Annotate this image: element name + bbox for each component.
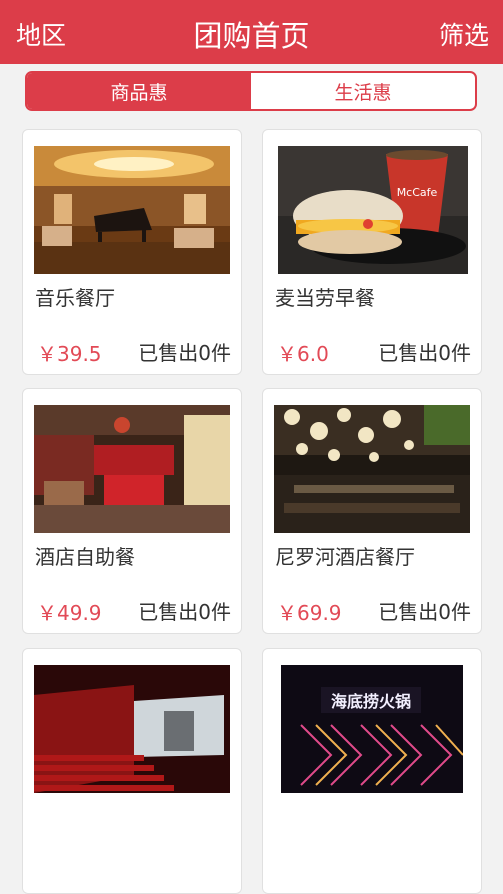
product-name: 音乐餐厅 bbox=[35, 286, 115, 310]
product-sold-count: 已售出0件 bbox=[378, 600, 471, 624]
product-image-hotel-buffet bbox=[34, 405, 230, 533]
product-price: ￥69.9 bbox=[277, 601, 342, 625]
product-card[interactable] bbox=[22, 648, 242, 894]
svg-text:McCafe: McCafe bbox=[397, 186, 438, 199]
product-price: ￥6.0 bbox=[277, 342, 329, 366]
tab-life[interactable]: 生活惠 bbox=[251, 73, 475, 109]
product-card[interactable]: McCafe 麦当劳早餐 ￥6.0 已售出0件 bbox=[262, 129, 482, 375]
product-card[interactable]: 尼罗河酒店餐厅 ￥69.9 已售出0件 bbox=[262, 388, 482, 634]
product-image-cinema bbox=[34, 665, 230, 793]
app-header: 地区 团购首页 筛选 bbox=[0, 0, 503, 64]
filter-button[interactable]: 筛选 bbox=[439, 16, 489, 52]
product-card[interactable]: 音乐餐厅 ￥39.5 已售出0件 bbox=[22, 129, 242, 375]
product-image-mcdonalds-breakfast: McCafe bbox=[278, 146, 468, 274]
product-name: 尼罗河酒店餐厅 bbox=[275, 545, 415, 569]
product-sold-count: 已售出0件 bbox=[138, 600, 231, 624]
page-title: 团购首页 bbox=[193, 19, 310, 53]
product-sold-count: 已售出0件 bbox=[378, 341, 471, 365]
product-image-nile-hotel-restaurant bbox=[274, 405, 470, 533]
product-image-music-restaurant bbox=[34, 146, 230, 274]
product-card[interactable]: 酒店自助餐 ￥49.9 已售出0件 bbox=[22, 388, 242, 634]
product-card[interactable]: 海底捞火锅 bbox=[262, 648, 482, 894]
product-price: ￥49.9 bbox=[37, 601, 102, 625]
product-name: 麦当劳早餐 bbox=[275, 286, 375, 310]
product-price: ￥39.5 bbox=[37, 342, 102, 366]
category-tabs: 商品惠 生活惠 bbox=[25, 71, 477, 111]
shop-sign: 海底捞火锅 bbox=[331, 692, 411, 711]
product-sold-count: 已售出0件 bbox=[138, 341, 231, 365]
product-image-haidilao-hotpot: 海底捞火锅 bbox=[281, 665, 463, 793]
tab-goods[interactable]: 商品惠 bbox=[27, 73, 251, 109]
product-name: 酒店自助餐 bbox=[35, 545, 135, 569]
